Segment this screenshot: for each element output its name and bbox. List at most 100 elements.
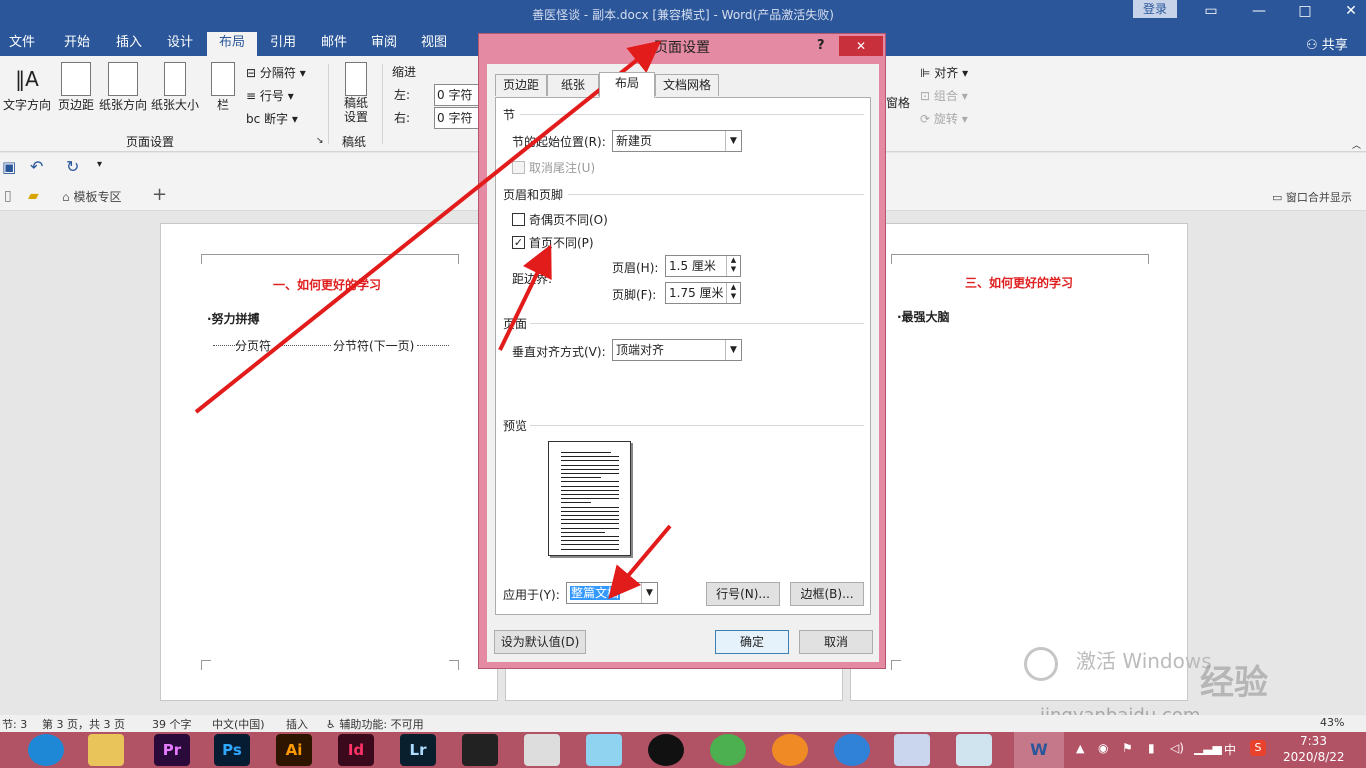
- tray-qq-icon[interactable]: ◉: [1098, 741, 1108, 755]
- browser-icon[interactable]: [28, 734, 64, 766]
- photo-app-icon[interactable]: [524, 734, 560, 766]
- notebook-icon[interactable]: [894, 734, 930, 766]
- lightroom-icon[interactable]: Lr: [400, 734, 436, 766]
- tab-margins[interactable]: 页边距: [495, 74, 547, 96]
- first-page-checkbox[interactable]: ✓: [512, 236, 525, 249]
- login-button[interactable]: 登录: [1133, 0, 1177, 18]
- indent-right-input[interactable]: 0 字符: [434, 107, 480, 129]
- tray-expand-icon[interactable]: ▲: [1076, 742, 1084, 755]
- share-button[interactable]: ⚇ 共享: [1306, 34, 1348, 53]
- tab-review[interactable]: 审阅: [359, 32, 409, 56]
- tab-design[interactable]: 设计: [155, 32, 205, 56]
- vertical-align-select[interactable]: 顶端对齐 ▼: [612, 339, 742, 361]
- align-button[interactable]: ⊫ 对齐 ▾: [920, 64, 968, 81]
- clock-time[interactable]: 7:33: [1300, 734, 1327, 748]
- new-doc-icon[interactable]: ▯: [4, 188, 12, 204]
- photoshop-icon[interactable]: Ps: [214, 734, 250, 766]
- suppress-endnotes-label: 取消尾注(U): [529, 161, 596, 175]
- indesign-icon[interactable]: Id: [338, 734, 374, 766]
- page-3[interactable]: 三、如何更好的学习 ·最强大脑: [850, 223, 1188, 701]
- suppress-endnotes-checkbox[interactable]: [512, 161, 525, 174]
- tray-flag-icon[interactable]: ⚑: [1122, 741, 1133, 755]
- page-1[interactable]: 一、如何更好的学习 ·努力拼搏 分页符 分节符(下一页): [160, 223, 498, 701]
- chrome-icon[interactable]: [710, 734, 746, 766]
- word-taskbar-icon[interactable]: W: [1014, 732, 1064, 768]
- premiere-icon[interactable]: Pr: [154, 734, 190, 766]
- tab-layout[interactable]: 布局: [207, 32, 257, 56]
- page-group-label: 页面: [503, 317, 528, 331]
- undo-icon[interactable]: ↶: [30, 157, 43, 176]
- merge-windows-button[interactable]: ▭ 窗口合并显示: [1272, 189, 1352, 205]
- text-direction-button[interactable]: ‖A 文字方向: [2, 62, 52, 113]
- cat-app-icon[interactable]: [586, 734, 622, 766]
- line-numbers-button[interactable]: 行号(N)...: [706, 582, 780, 606]
- group-button[interactable]: ⊡ 组合 ▾: [920, 87, 968, 104]
- help-button[interactable]: ?: [817, 38, 825, 53]
- manuscript-button[interactable]: 稿纸 设置: [338, 62, 374, 124]
- file-explorer-icon[interactable]: [88, 734, 124, 766]
- tray-network-icon[interactable]: ▁▃▅: [1194, 741, 1222, 755]
- set-default-button[interactable]: 设为默认值(D): [494, 630, 586, 654]
- apply-to-select[interactable]: 整篇文档 ▼: [566, 582, 658, 604]
- borders-button[interactable]: 边框(B)...: [790, 582, 864, 606]
- columns-button[interactable]: 栏: [208, 62, 238, 113]
- margins-button[interactable]: 页边距: [54, 62, 98, 113]
- zoom-level[interactable]: 43%: [1320, 716, 1344, 729]
- cancel-button[interactable]: 取消: [799, 630, 873, 654]
- tab-view[interactable]: 视图: [409, 32, 459, 56]
- customize-qat-icon[interactable]: ▾: [97, 159, 102, 170]
- tray-battery-icon[interactable]: ▮: [1148, 741, 1155, 755]
- status-words[interactable]: 39 个字: [152, 716, 192, 732]
- redo-icon[interactable]: ↻: [66, 157, 79, 176]
- status-accessibility[interactable]: ♿ 辅助功能: 不可用: [326, 716, 424, 732]
- rotate-button[interactable]: ⟳ 旋转 ▾: [920, 110, 968, 127]
- media-player-icon[interactable]: [772, 734, 808, 766]
- clock-date[interactable]: 2020/8/22: [1283, 750, 1345, 764]
- footer-corner-marker: [891, 660, 901, 670]
- tab-home[interactable]: 开始: [52, 32, 102, 56]
- tab-file[interactable]: 文件: [0, 32, 44, 56]
- tray-volume-icon[interactable]: ◁): [1170, 741, 1184, 755]
- notepad-icon[interactable]: [956, 734, 992, 766]
- illustrator-icon[interactable]: Ai: [276, 734, 312, 766]
- tab-document-grid[interactable]: 文档网格: [655, 74, 719, 96]
- dialog-close-icon[interactable]: ✕: [839, 36, 883, 56]
- line-numbers-button[interactable]: ≡ 行号 ▾: [246, 87, 294, 104]
- qq-icon[interactable]: [648, 734, 684, 766]
- minimize-icon[interactable]: —: [1244, 2, 1274, 22]
- tab-insert[interactable]: 插入: [104, 32, 154, 56]
- collapse-ribbon-icon[interactable]: ︿: [1352, 138, 1361, 151]
- ime-indicator[interactable]: 中: [1224, 741, 1236, 758]
- section-start-select[interactable]: 新建页 ▼: [612, 130, 742, 152]
- sogou-browser-icon[interactable]: [834, 734, 870, 766]
- breaks-button[interactable]: ⊟ 分隔符 ▾: [246, 64, 306, 81]
- add-tab-icon[interactable]: +: [152, 184, 167, 205]
- selection-pane-label[interactable]: 窗格: [886, 94, 910, 111]
- video-editor-icon[interactable]: [462, 734, 498, 766]
- tab-references[interactable]: 引用: [258, 32, 308, 56]
- footer-distance-input[interactable]: 1.75 厘米 ▲ ▼: [665, 282, 741, 304]
- orientation-button[interactable]: 纸张方向: [98, 62, 148, 113]
- page-setup-dialog: 页面设置 ? ✕ 页边距 纸张 布局 文档网格 节 节的起始位置(R): 新建页…: [478, 33, 886, 669]
- folder-icon[interactable]: ▰: [28, 188, 39, 204]
- odd-even-checkbox[interactable]: [512, 213, 525, 226]
- close-window-icon[interactable]: ✕: [1336, 2, 1366, 22]
- status-mode[interactable]: 插入: [286, 716, 308, 732]
- status-language[interactable]: 中文(中国): [212, 716, 265, 732]
- template-tab[interactable]: ⌂ 模板专区: [62, 188, 121, 205]
- tab-layout-dialog[interactable]: 布局: [599, 72, 655, 98]
- page-setup-launcher-icon[interactable]: ↘: [316, 136, 324, 146]
- hyphenation-button[interactable]: bc 断字 ▾: [246, 110, 298, 127]
- maximize-icon[interactable]: □: [1290, 2, 1320, 22]
- size-button[interactable]: 纸张大小: [150, 62, 200, 113]
- tab-paper[interactable]: 纸张: [547, 74, 599, 96]
- ok-button[interactable]: 确定: [715, 630, 789, 654]
- status-page[interactable]: 第 3 页，共 3 页: [42, 716, 125, 732]
- status-section[interactable]: 节: 3: [2, 716, 27, 732]
- indent-left-input[interactable]: 0 字符: [434, 84, 480, 106]
- tab-mailings[interactable]: 邮件: [309, 32, 359, 56]
- save-icon[interactable]: ▣: [2, 158, 16, 176]
- sogou-ime-icon[interactable]: S: [1250, 740, 1266, 756]
- header-distance-input[interactable]: 1.5 厘米 ▲ ▼: [665, 255, 741, 277]
- ribbon-display-icon[interactable]: ▭: [1196, 2, 1226, 22]
